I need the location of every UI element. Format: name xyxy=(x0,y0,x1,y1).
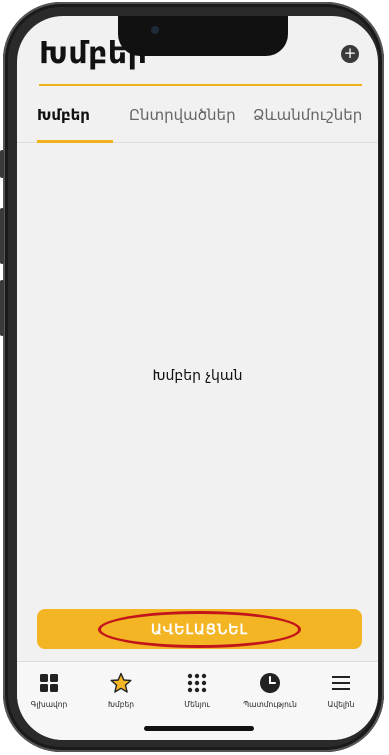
active-tab-indicator xyxy=(37,140,113,143)
empty-state-message: Խմբեր չկան xyxy=(152,368,243,384)
star-icon xyxy=(110,672,132,693)
tab-templates[interactable]: Ձևանմուշներ xyxy=(253,106,362,124)
notch xyxy=(118,16,288,56)
nav-label-history: Պատմություն xyxy=(243,700,297,709)
title-divider xyxy=(39,84,362,86)
tab-bar: Խմբեր Ընտրվածներ Ձևանմուշներ xyxy=(17,106,378,142)
nav-label-groups: Խմբեր xyxy=(108,700,134,709)
nav-label-more: Ավելին xyxy=(327,700,355,709)
phone-frame: Խմբեր + Խմբեր Ընտրվածներ Ձևանմուշներ Խմբ… xyxy=(0,2,384,752)
camera-icon xyxy=(151,26,159,34)
history-icon xyxy=(260,673,280,693)
mute-switch xyxy=(0,150,4,178)
volume-down-button xyxy=(0,280,4,336)
grid-icon xyxy=(40,674,58,692)
tab-favorites[interactable]: Ընտրվածներ xyxy=(129,106,236,124)
nav-item-home[interactable]: Գլխավոր xyxy=(17,672,81,709)
nav-item-menu[interactable]: Մենյու xyxy=(165,672,229,709)
nav-item-history[interactable]: Պատմություն xyxy=(238,672,302,709)
nav-label-home: Գլխավոր xyxy=(30,700,68,709)
home-indicator xyxy=(144,726,254,731)
nav-label-menu: Մենյու xyxy=(184,700,210,709)
menu-icon xyxy=(332,676,350,690)
plus-circle-icon[interactable]: + xyxy=(341,45,359,63)
app-screen: Խմբեր + Խմբեր Ընտրվածներ Ձևանմուշներ Խմբ… xyxy=(17,16,378,740)
nav-item-groups[interactable]: Խմբեր xyxy=(89,672,153,709)
nav-item-more[interactable]: Ավելին xyxy=(309,672,373,709)
volume-up-button xyxy=(0,208,4,264)
add-button[interactable]: ԱՎԵԼԱՑՆԵԼ xyxy=(37,609,362,649)
dots-grid-icon xyxy=(187,673,207,693)
tab-groups[interactable]: Խմբեր xyxy=(37,106,90,124)
